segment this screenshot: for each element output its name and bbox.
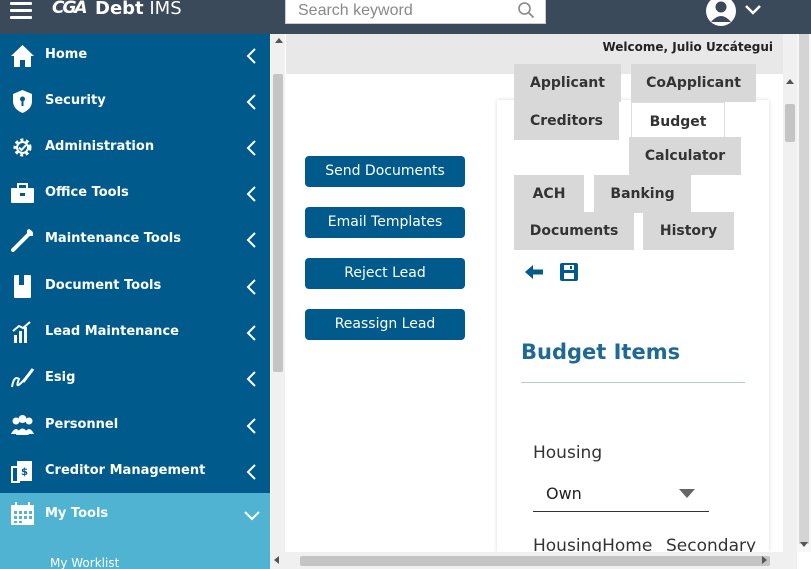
scroll-down-arrow-icon[interactable] — [800, 542, 808, 547]
tab-ach[interactable]: ACH — [514, 175, 584, 213]
tab-banking[interactable]: Banking — [594, 175, 691, 213]
tab-history[interactable]: History — [643, 212, 734, 250]
sidebar-item-lead-maintenance[interactable]: Lead Maintenance — [0, 311, 270, 357]
sidebar-item-personnel[interactable]: Personnel — [0, 404, 270, 450]
sidebar-item-label: Personnel — [45, 417, 119, 432]
app-logo: CGA — [52, 0, 88, 18]
sidebar-item-my-tools[interactable]: My Tools — [0, 493, 270, 541]
housing-label: Housing — [533, 443, 603, 463]
sidebar-item-security[interactable]: Security — [0, 80, 270, 126]
reassign-lead-button[interactable]: Reassign Lead — [305, 309, 465, 340]
panel-scrollbar[interactable] — [783, 34, 797, 552]
dollar-document-icon: $ — [11, 461, 32, 483]
app-name-bold: Debt — [95, 0, 144, 19]
hamburger-menu-icon[interactable] — [10, 0, 32, 22]
people-icon — [11, 415, 34, 435]
search-icon[interactable] — [517, 1, 535, 19]
chevron-left-icon — [246, 464, 256, 480]
sidebar-item-maintenance-tools[interactable]: Maintenance Tools — [0, 218, 270, 264]
home-icon — [11, 45, 34, 67]
app-name-rest: IMS — [143, 0, 182, 19]
sidebar-item-home[interactable]: Home — [0, 34, 270, 80]
tab-calculator[interactable]: Calculator — [629, 137, 741, 175]
svg-text:$: $ — [21, 467, 28, 478]
chevron-left-icon — [246, 94, 256, 110]
arrow-left-icon[interactable] — [524, 262, 544, 282]
search-input[interactable] — [298, 0, 508, 22]
sidebar-item-esig[interactable]: Esig — [0, 357, 270, 403]
reject-lead-button[interactable]: Reject Lead — [305, 258, 465, 289]
app-title: Debt IMS — [95, 0, 182, 19]
sidebar-item-creditor-management[interactable]: $ Creditor Management — [0, 450, 270, 496]
scroll-left-arrow-icon[interactable] — [274, 556, 279, 564]
horizontal-scrollbar[interactable] — [270, 552, 797, 569]
scrollbar-thumb[interactable] — [273, 74, 283, 372]
scrollbar-thumb[interactable] — [785, 104, 795, 142]
sidebar-item-label: Creditor Management — [45, 463, 206, 478]
sidebar-item-label: Esig — [45, 370, 76, 385]
sidebar-item-administration[interactable]: Administration — [0, 126, 270, 172]
page-scrollbar[interactable] — [797, 34, 811, 552]
dropdown-caret-icon — [679, 489, 695, 498]
email-templates-button[interactable]: Email Templates — [305, 207, 465, 238]
scroll-up-arrow-icon[interactable] — [786, 79, 794, 84]
sidebar-item-label: My Tools — [45, 506, 109, 521]
scroll-up-arrow-icon[interactable] — [275, 38, 283, 43]
sidebar: Home Security Administration Office Tool… — [0, 34, 270, 569]
save-icon[interactable] — [559, 262, 579, 282]
budget-items-title: Budget Items — [521, 340, 681, 364]
signature-icon — [11, 368, 35, 388]
top-bar: CGA Debt IMS — [0, 0, 811, 34]
gear-icon — [13, 138, 32, 157]
chevron-left-icon — [246, 325, 256, 341]
tab-coapplicant[interactable]: CoApplicant — [631, 64, 756, 102]
sidebar-item-label: Maintenance Tools — [45, 231, 181, 246]
wrench-icon — [11, 229, 34, 252]
sidebar-item-document-tools[interactable]: Document Tools — [0, 265, 270, 311]
chevron-down-icon — [244, 511, 260, 521]
scroll-right-arrow-icon[interactable] — [762, 556, 767, 564]
sidebar-item-label: Office Tools — [45, 185, 129, 200]
search-box — [285, 0, 546, 24]
send-documents-button[interactable]: Send Documents — [305, 156, 465, 187]
tab-documents[interactable]: Documents — [514, 212, 634, 250]
sidebar-subitem-my-worklist[interactable]: My Worklist — [50, 556, 119, 569]
sidebar-item-label: Home — [45, 47, 88, 62]
title-divider — [521, 382, 745, 383]
shield-icon — [13, 90, 32, 113]
bar-chart-icon — [12, 321, 31, 343]
chevron-left-icon — [246, 371, 256, 387]
tab-budget[interactable]: Budget — [631, 102, 725, 140]
housing-select-value: Own — [546, 484, 582, 503]
sidebar-item-label: Lead Maintenance — [45, 324, 179, 339]
chevron-left-icon — [246, 186, 256, 202]
tab-applicant[interactable]: Applicant — [514, 64, 621, 102]
my-tools-submenu — [0, 541, 270, 569]
chevron-left-icon — [246, 232, 256, 248]
chevron-left-icon — [246, 48, 256, 64]
scrollbar-thumb[interactable] — [799, 34, 809, 544]
chevron-left-icon — [246, 140, 256, 156]
sidebar-item-office-tools[interactable]: Office Tools — [0, 172, 270, 218]
tab-creditors[interactable]: Creditors — [514, 102, 619, 140]
user-avatar-icon[interactable] — [706, 0, 736, 26]
sidebar-scrollbar[interactable] — [271, 34, 285, 552]
welcome-text: Welcome, Julio Uzcátegui — [602, 40, 773, 54]
sidebar-item-label: Administration — [45, 139, 155, 154]
briefcase-icon — [11, 183, 34, 203]
sidebar-item-label: Security — [45, 93, 106, 108]
sidebar-item-label: Document Tools — [45, 278, 162, 293]
book-icon — [14, 275, 31, 298]
chevron-down-icon[interactable] — [744, 4, 762, 16]
chevron-left-icon — [246, 418, 256, 434]
chevron-left-icon — [246, 279, 256, 295]
calendar-icon — [11, 502, 34, 525]
scrollbar-thumb[interactable] — [300, 556, 770, 566]
housing-select[interactable]: Own — [533, 478, 709, 512]
